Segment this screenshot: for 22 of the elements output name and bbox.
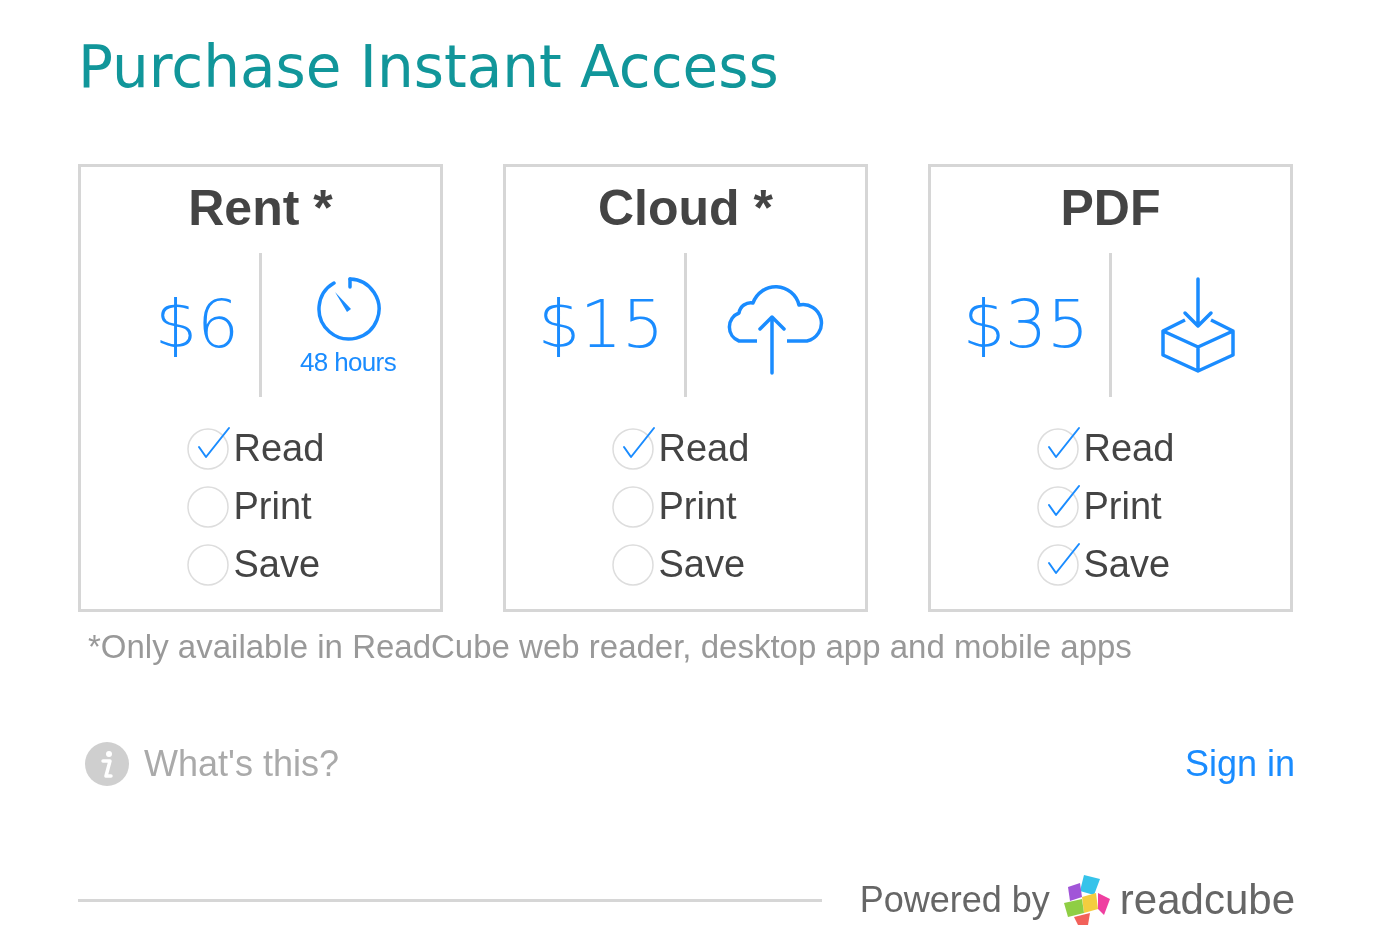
feature-label: Read xyxy=(233,429,325,467)
feature-label: Save xyxy=(1083,545,1171,583)
sign-in-link[interactable]: Sign in xyxy=(1184,746,1295,782)
price: $15 xyxy=(537,292,665,358)
plan-name: PDF xyxy=(1060,183,1161,233)
price: $6 xyxy=(154,292,240,358)
feature-label: Read xyxy=(658,429,750,467)
brand-name: readcube xyxy=(1119,879,1295,921)
powered-by-label: Powered by xyxy=(859,882,1050,918)
footnote: *Only available in ReadCube web reader, desktop app and mobile apps xyxy=(88,630,1133,663)
feature-label: Print xyxy=(1083,487,1162,525)
feature-label: Read xyxy=(1083,429,1175,467)
help-link[interactable]: What's this? xyxy=(144,746,339,782)
price: $35 xyxy=(962,292,1090,358)
duration-label: 48 hours xyxy=(300,349,396,375)
feature-label: Save xyxy=(233,545,321,583)
feature-label: Print xyxy=(658,487,737,525)
plan-name: Cloud * xyxy=(598,183,773,233)
page-title: Purchase Instant Access xyxy=(78,38,780,96)
feature-label: Save xyxy=(658,545,746,583)
plan-name: Rent * xyxy=(188,183,333,233)
feature-label: Print xyxy=(233,487,312,525)
